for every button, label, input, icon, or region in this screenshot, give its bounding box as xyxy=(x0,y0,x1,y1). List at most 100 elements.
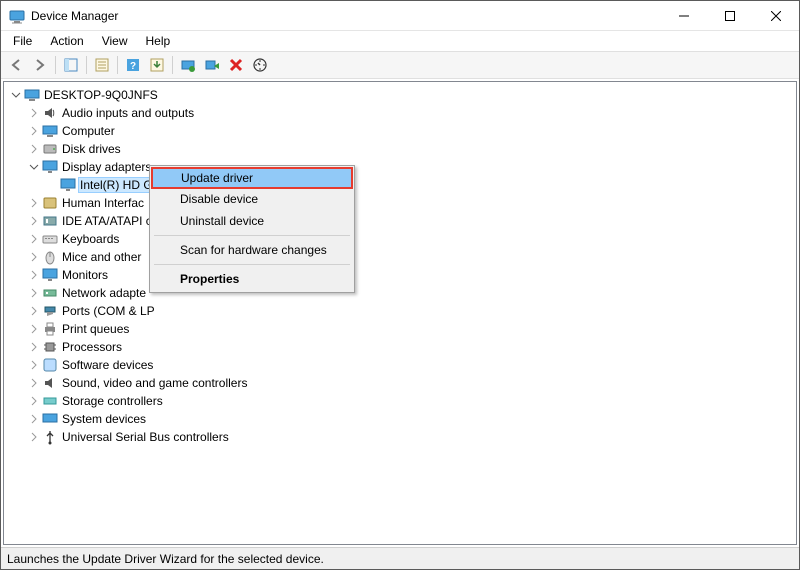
chevron-down-icon[interactable] xyxy=(28,161,40,173)
category-node[interactable]: Software devices xyxy=(26,356,794,374)
category-node[interactable]: Monitors xyxy=(26,266,794,284)
ctx-update-driver[interactable]: Update driver xyxy=(151,167,353,189)
category-node[interactable]: Display adapters xyxy=(26,158,794,176)
forward-button[interactable] xyxy=(29,54,51,76)
category-node[interactable]: Storage controllers xyxy=(26,392,794,410)
category-node[interactable]: Sound, video and game controllers xyxy=(26,374,794,392)
menu-view[interactable]: View xyxy=(94,32,136,50)
category-node[interactable]: Disk drives xyxy=(26,140,794,158)
category-label: Processors xyxy=(60,340,124,354)
category-label: Monitors xyxy=(60,268,110,282)
monitor-icon xyxy=(42,267,58,283)
ctx-disable-device[interactable]: Disable device xyxy=(152,188,352,210)
category-node[interactable]: Processors xyxy=(26,338,794,356)
category-label: System devices xyxy=(60,412,148,426)
status-text: Launches the Update Driver Wizard for th… xyxy=(7,552,324,566)
ctx-uninstall-device[interactable]: Uninstall device xyxy=(152,210,352,232)
chevron-right-icon[interactable] xyxy=(28,431,40,443)
chevron-right-icon[interactable] xyxy=(28,395,40,407)
menu-file[interactable]: File xyxy=(5,32,40,50)
category-label: Print queues xyxy=(60,322,131,336)
show-hide-tree-button[interactable] xyxy=(60,54,82,76)
chevron-right-icon[interactable] xyxy=(28,215,40,227)
category-node[interactable]: Ports (COM & LP xyxy=(26,302,794,320)
chevron-right-icon[interactable] xyxy=(28,323,40,335)
toolbar-separator xyxy=(55,56,56,74)
minimize-button[interactable] xyxy=(661,1,707,31)
category-node[interactable]: Computer xyxy=(26,122,794,140)
category-label: Disk drives xyxy=(60,142,123,156)
menu-help[interactable]: Help xyxy=(138,32,179,50)
update-driver-button[interactable] xyxy=(177,54,199,76)
back-button[interactable] xyxy=(5,54,27,76)
category-node[interactable]: Human Interfac xyxy=(26,194,794,212)
titlebar: Device Manager xyxy=(1,1,799,31)
chevron-right-icon[interactable] xyxy=(28,197,40,209)
properties-button[interactable] xyxy=(91,54,113,76)
window-title: Device Manager xyxy=(31,9,661,23)
uninstall-device-button[interactable] xyxy=(225,54,247,76)
chevron-right-icon[interactable] xyxy=(28,287,40,299)
chevron-right-icon[interactable] xyxy=(28,359,40,371)
display-icon xyxy=(60,177,76,193)
sound-icon xyxy=(42,375,58,391)
menubar: File Action View Help xyxy=(1,31,799,51)
chevron-right-icon[interactable] xyxy=(28,107,40,119)
chevron-right-icon[interactable] xyxy=(28,305,40,317)
category-node[interactable]: IDE ATA/ATAPI c xyxy=(26,212,794,230)
category-node[interactable]: System devices xyxy=(26,410,794,428)
chevron-right-icon[interactable] xyxy=(28,413,40,425)
chevron-right-icon[interactable] xyxy=(28,269,40,281)
category-label: Ports (COM & LP xyxy=(60,304,157,318)
device-manager-window: Device Manager File Action View Help xyxy=(0,0,800,570)
ctx-separator xyxy=(154,235,350,236)
cpu-icon xyxy=(42,339,58,355)
device-tree: DESKTOP-9Q0JNFS Audio inputs and outputs… xyxy=(6,86,794,446)
category-label: Computer xyxy=(60,124,117,138)
category-label: Universal Serial Bus controllers xyxy=(60,430,231,444)
ctx-separator xyxy=(154,264,350,265)
ctx-scan-hardware[interactable]: Scan for hardware changes xyxy=(152,239,352,261)
mouse-icon xyxy=(42,249,58,265)
statusbar: Launches the Update Driver Wizard for th… xyxy=(1,547,799,569)
category-node[interactable]: Universal Serial Bus controllers xyxy=(26,428,794,446)
category-node[interactable]: Keyboards xyxy=(26,230,794,248)
app-icon xyxy=(9,8,25,24)
maximize-button[interactable] xyxy=(707,1,753,31)
tree-pane[interactable]: DESKTOP-9Q0JNFS Audio inputs and outputs… xyxy=(3,81,797,545)
usb-icon xyxy=(42,429,58,445)
export-button[interactable] xyxy=(146,54,168,76)
category-node[interactable]: Mice and other xyxy=(26,248,794,266)
toolbar-separator xyxy=(172,56,173,74)
display-icon xyxy=(42,159,58,175)
computer-icon xyxy=(24,87,40,103)
menu-action[interactable]: Action xyxy=(42,32,91,50)
chevron-right-icon[interactable] xyxy=(28,341,40,353)
help-button[interactable]: ? xyxy=(122,54,144,76)
category-label: Software devices xyxy=(60,358,155,372)
chevron-down-icon[interactable] xyxy=(10,89,22,101)
category-label: Storage controllers xyxy=(60,394,165,408)
disable-device-button[interactable] xyxy=(201,54,223,76)
chevron-right-icon[interactable] xyxy=(28,125,40,137)
storage-icon xyxy=(42,393,58,409)
context-menu: Update driver Disable device Uninstall d… xyxy=(149,165,355,293)
root-node[interactable]: DESKTOP-9Q0JNFS xyxy=(8,86,794,104)
category-label: Audio inputs and outputs xyxy=(60,106,196,120)
category-node[interactable]: Print queues xyxy=(26,320,794,338)
category-node[interactable]: Network adapte xyxy=(26,284,794,302)
chevron-right-icon[interactable] xyxy=(28,233,40,245)
close-button[interactable] xyxy=(753,1,799,31)
toolbar: ? xyxy=(1,51,799,79)
chevron-right-icon[interactable] xyxy=(28,251,40,263)
scan-hardware-button[interactable] xyxy=(249,54,271,76)
disk-icon xyxy=(42,141,58,157)
chevron-right-icon[interactable] xyxy=(28,377,40,389)
ctx-properties[interactable]: Properties xyxy=(152,268,352,290)
system-icon xyxy=(42,411,58,427)
port-icon xyxy=(42,303,58,319)
category-node[interactable]: Audio inputs and outputs xyxy=(26,104,794,122)
chevron-right-icon[interactable] xyxy=(28,143,40,155)
print-icon xyxy=(42,321,58,337)
spacer xyxy=(46,179,58,191)
